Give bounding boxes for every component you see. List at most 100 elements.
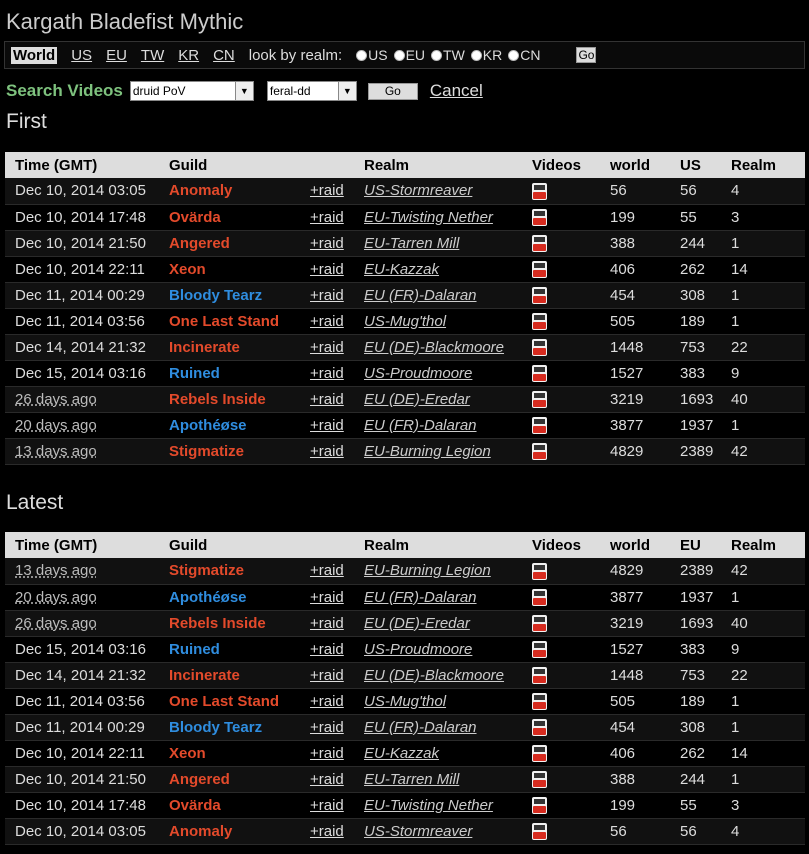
youtube-icon[interactable] [532, 182, 547, 200]
raid-link[interactable]: +raid [310, 261, 344, 278]
realm-link[interactable]: EU (DE)-Eredar [364, 615, 470, 632]
realm-link[interactable]: EU-Burning Legion [364, 443, 491, 460]
guild-name[interactable]: Apothéøse [169, 589, 247, 606]
guild-name[interactable]: Anomaly [169, 182, 232, 199]
youtube-icon[interactable] [532, 234, 547, 252]
youtube-icon[interactable] [532, 744, 547, 762]
youtube-icon[interactable] [532, 614, 547, 632]
raid-link[interactable]: +raid [310, 641, 344, 658]
guild-name[interactable]: Stigmatize [169, 443, 244, 460]
realm-radio-kr[interactable]: KR [470, 47, 502, 63]
guild-name[interactable]: Ovärda [169, 797, 221, 814]
guild-name[interactable]: One Last Stand [169, 313, 279, 330]
raid-link[interactable]: +raid [310, 823, 344, 840]
cancel-link[interactable]: Cancel [430, 81, 483, 101]
guild-name[interactable]: Incinerate [169, 667, 240, 684]
raid-link[interactable]: +raid [310, 771, 344, 788]
youtube-icon[interactable] [532, 364, 547, 382]
guild-name[interactable]: Angered [169, 771, 230, 788]
guild-name[interactable]: Bloody Tearz [169, 287, 262, 304]
realm-link[interactable]: US-Proudmoore [364, 365, 472, 382]
guild-name[interactable]: Apothéøse [169, 417, 247, 434]
realm-go-button[interactable]: Go [576, 47, 597, 63]
guild-name[interactable]: Ruined [169, 641, 220, 658]
realm-link[interactable]: EU-Burning Legion [364, 562, 491, 579]
raid-link[interactable]: +raid [310, 797, 344, 814]
realm-link[interactable]: EU (FR)-Dalaran [364, 417, 477, 434]
realm-link[interactable]: US-Stormreaver [364, 182, 472, 199]
youtube-icon[interactable] [532, 796, 547, 814]
guild-name[interactable]: Rebels Inside [169, 391, 266, 408]
realm-radio-cn[interactable]: CN [508, 47, 540, 63]
youtube-icon[interactable] [532, 692, 547, 710]
youtube-icon[interactable] [532, 338, 547, 356]
raid-link[interactable]: +raid [310, 745, 344, 762]
realm-radio-eu[interactable]: EU [393, 47, 425, 63]
realm-link[interactable]: EU (FR)-Dalaran [364, 287, 477, 304]
realm-link[interactable]: EU (FR)-Dalaran [364, 719, 477, 736]
spec-select[interactable]: feral-dd ▼ [266, 81, 357, 101]
raid-link[interactable]: +raid [310, 562, 344, 579]
youtube-icon[interactable] [532, 442, 547, 460]
raid-link[interactable]: +raid [310, 443, 344, 460]
raid-link[interactable]: +raid [310, 209, 344, 226]
search-go-button[interactable]: Go [367, 82, 418, 100]
nav-region-world[interactable]: World [11, 46, 58, 64]
raid-link[interactable]: +raid [310, 391, 344, 408]
youtube-icon[interactable] [532, 770, 547, 788]
raid-link[interactable]: +raid [310, 693, 344, 710]
realm-link[interactable]: US-Stormreaver [364, 823, 472, 840]
realm-link[interactable]: US-Mug'thol [364, 693, 446, 710]
realm-link[interactable]: EU-Kazzak [364, 261, 439, 278]
realm-link[interactable]: EU (DE)-Eredar [364, 391, 470, 408]
class-select[interactable]: druid PoV ▼ [129, 81, 254, 101]
realm-link[interactable]: EU (DE)-Blackmoore [364, 339, 504, 356]
realm-radio-us[interactable]: US [356, 47, 388, 63]
youtube-icon[interactable] [532, 822, 547, 840]
youtube-icon[interactable] [532, 588, 547, 606]
guild-name[interactable]: Ovärda [169, 209, 221, 226]
raid-link[interactable]: +raid [310, 719, 344, 736]
radio-circle[interactable] [470, 49, 482, 61]
chevron-down-icon[interactable]: ▼ [234, 82, 253, 100]
youtube-icon[interactable] [532, 390, 547, 408]
realm-link[interactable]: EU-Tarren Mill [364, 771, 459, 788]
radio-circle[interactable] [431, 49, 443, 61]
youtube-icon[interactable] [532, 208, 547, 226]
radio-circle[interactable] [356, 49, 368, 61]
raid-link[interactable]: +raid [310, 182, 344, 199]
nav-region-kr[interactable]: KR [178, 47, 199, 64]
youtube-icon[interactable] [532, 718, 547, 736]
radio-circle[interactable] [508, 49, 520, 61]
realm-link[interactable]: EU-Tarren Mill [364, 235, 459, 252]
youtube-icon[interactable] [532, 286, 547, 304]
guild-name[interactable]: Incinerate [169, 339, 240, 356]
guild-name[interactable]: Anomaly [169, 823, 232, 840]
youtube-icon[interactable] [532, 260, 547, 278]
nav-region-eu[interactable]: EU [106, 47, 127, 64]
guild-name[interactable]: One Last Stand [169, 693, 279, 710]
nav-region-tw[interactable]: TW [141, 47, 164, 64]
youtube-icon[interactable] [532, 416, 547, 434]
raid-link[interactable]: +raid [310, 615, 344, 632]
raid-link[interactable]: +raid [310, 589, 344, 606]
realm-link[interactable]: US-Proudmoore [364, 641, 472, 658]
realm-link[interactable]: EU-Kazzak [364, 745, 439, 762]
nav-region-cn[interactable]: CN [213, 47, 235, 64]
youtube-icon[interactable] [532, 312, 547, 330]
guild-name[interactable]: Xeon [169, 745, 206, 762]
raid-link[interactable]: +raid [310, 235, 344, 252]
guild-name[interactable]: Ruined [169, 365, 220, 382]
realm-link[interactable]: EU (FR)-Dalaran [364, 589, 477, 606]
nav-region-us[interactable]: US [71, 47, 92, 64]
realm-link[interactable]: EU-Twisting Nether [364, 209, 493, 226]
guild-name[interactable]: Bloody Tearz [169, 719, 262, 736]
guild-name[interactable]: Stigmatize [169, 562, 244, 579]
youtube-icon[interactable] [532, 666, 547, 684]
realm-link[interactable]: EU (DE)-Blackmoore [364, 667, 504, 684]
raid-link[interactable]: +raid [310, 287, 344, 304]
raid-link[interactable]: +raid [310, 667, 344, 684]
realm-radio-tw[interactable]: TW [431, 47, 465, 63]
raid-link[interactable]: +raid [310, 365, 344, 382]
guild-name[interactable]: Xeon [169, 261, 206, 278]
